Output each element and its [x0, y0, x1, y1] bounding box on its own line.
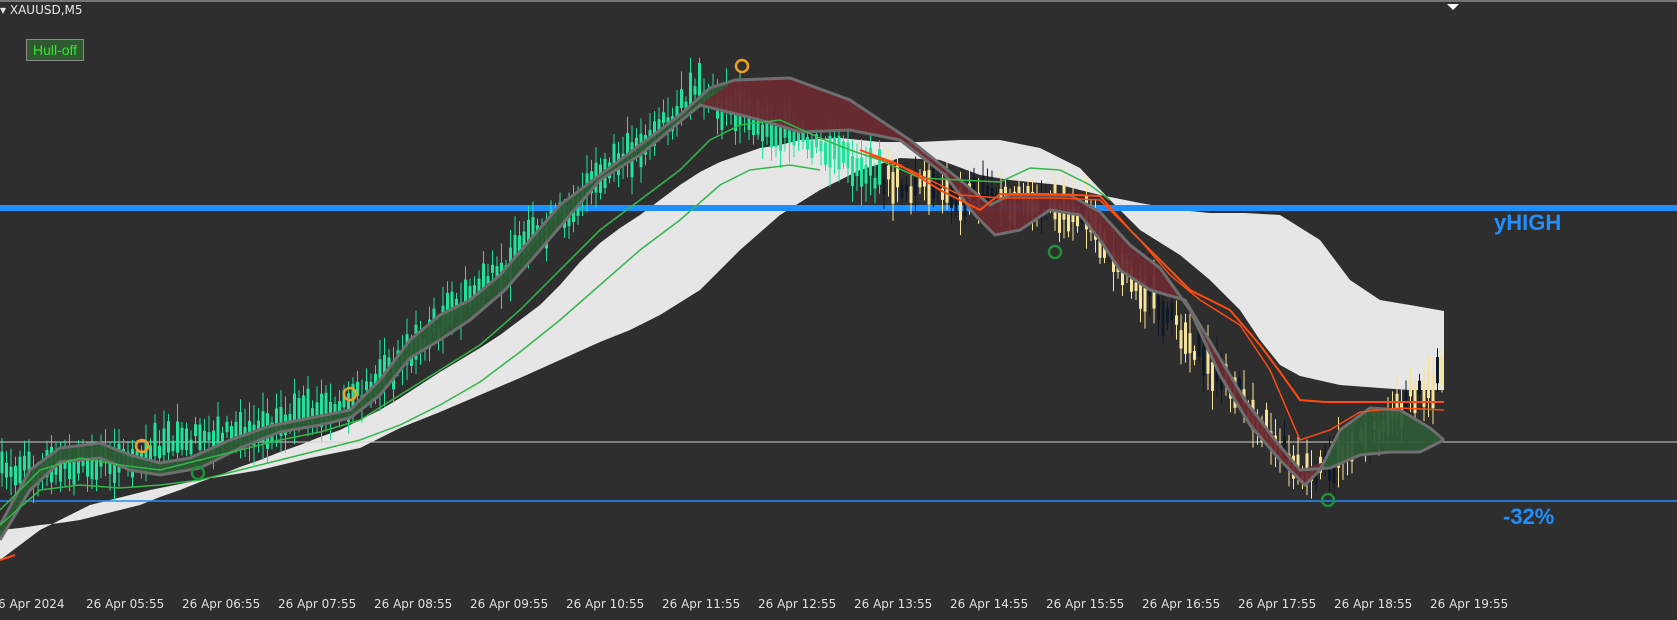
candle-body	[878, 149, 881, 185]
candle-body	[1170, 302, 1174, 320]
time-axis-tick: 26 Apr 14:55	[950, 597, 1029, 611]
candle-body	[1211, 362, 1214, 391]
candle-body	[1179, 330, 1183, 349]
candle-body	[900, 185, 904, 198]
candle-body	[693, 86, 697, 95]
candle-body	[153, 423, 157, 457]
candle-body	[855, 158, 859, 177]
time-axis-tick: 26 Apr 15:55	[1046, 597, 1125, 611]
candle-body	[869, 147, 872, 176]
time-axis-tick: 26 Apr 19:55	[1430, 597, 1509, 611]
candle-body	[905, 184, 908, 193]
candle-body	[927, 170, 931, 205]
candle-body	[225, 421, 229, 433]
candle-body	[909, 186, 913, 204]
candle-body	[824, 142, 827, 165]
candle-body	[698, 62, 701, 99]
time-axis-tick: 26 Apr 11:55	[662, 597, 741, 611]
candle-body	[1166, 308, 1169, 323]
candle-body	[891, 172, 895, 204]
candle-body	[1431, 374, 1435, 409]
candle-body	[752, 120, 755, 136]
candle-body	[216, 416, 220, 445]
time-axis-tick: 26 Apr 06:55	[182, 597, 261, 611]
candle-body	[1134, 282, 1138, 291]
time-axis-tick: 26 Apr 07:55	[278, 597, 357, 611]
candle-body	[365, 381, 368, 391]
candle-body	[5, 462, 8, 478]
candle-body	[167, 421, 170, 453]
candle-body	[1440, 354, 1444, 386]
candle-body	[761, 124, 764, 142]
time-axis-tick: 26 Apr 13:55	[854, 597, 933, 611]
candle-body	[0, 451, 4, 474]
time-axis-tick: 26 Apr 18:55	[1334, 597, 1413, 611]
hull-toggle-button[interactable]: Hull-off	[26, 39, 84, 61]
symbol-label: XAUUSD,M5	[9, 3, 83, 17]
candle-body	[1418, 380, 1421, 395]
candle-body	[1436, 357, 1439, 384]
candle-body	[302, 395, 305, 419]
candle-body	[18, 456, 22, 484]
candle-body	[1409, 383, 1412, 397]
candle-body	[158, 445, 161, 459]
candle-body	[176, 421, 179, 453]
time-axis-tick: 26 Apr 08:55	[374, 597, 453, 611]
time-axis-tick: 26 Apr 16:55	[1142, 597, 1221, 611]
candle-body	[846, 142, 850, 169]
time-axis-tick: 26 Apr 12:55	[758, 597, 837, 611]
candle-body	[203, 430, 206, 443]
candle-body	[887, 165, 890, 180]
pct-label: -32%	[1503, 504, 1555, 529]
candle-body	[882, 178, 886, 195]
candle-body	[873, 177, 877, 189]
yhigh-label: yHIGH	[1494, 210, 1562, 235]
candle-body	[491, 264, 494, 273]
candle-body	[837, 135, 841, 170]
candle-body	[828, 135, 832, 168]
candle-body	[662, 112, 665, 123]
time-axis-tick: 26 Apr 17:55	[1238, 597, 1317, 611]
candle-body	[1175, 315, 1178, 325]
candle-body	[1157, 295, 1160, 321]
time-axis-tick: 26 Apr 10:55	[566, 597, 645, 611]
candle-body	[198, 424, 202, 451]
candle-body	[1202, 346, 1205, 376]
candle-body	[851, 156, 854, 187]
candle-body	[689, 72, 692, 105]
time-axis[interactable]: 6 Apr 2024 26 Apr 05:55 26 Apr 06:55 26 Apr…	[0, 593, 1677, 620]
candle-body	[774, 123, 778, 148]
window-menu-icon[interactable]: ▾	[0, 3, 6, 17]
candle-body	[860, 157, 863, 187]
candle-body	[162, 428, 166, 455]
candle-body	[1161, 301, 1165, 337]
candle-body	[315, 402, 319, 417]
time-axis-tick: 6 Apr 2024	[0, 597, 65, 611]
candle-body	[72, 459, 76, 485]
candle-body	[194, 424, 197, 437]
candle-body	[1193, 350, 1196, 360]
candle-body	[185, 428, 188, 451]
candle-body	[680, 88, 683, 109]
symbol-timeframe-label: ▾ XAUUSD,M5	[0, 3, 83, 17]
candle-body	[819, 140, 823, 152]
candle-body	[189, 439, 193, 455]
candle-body	[806, 136, 809, 150]
time-axis-tick: 26 Apr 09:55	[470, 597, 549, 611]
price-chart[interactable]	[0, 0, 1677, 620]
candle-body	[1427, 374, 1430, 399]
candle-body	[14, 465, 17, 486]
candle-body	[9, 466, 13, 477]
candle-body	[171, 440, 175, 452]
candle-body	[207, 432, 211, 441]
candle-body	[810, 140, 814, 158]
candle-body	[833, 137, 836, 160]
candle-body	[864, 164, 868, 184]
candle-body	[180, 427, 184, 450]
candle-body	[1184, 322, 1187, 354]
candle-body	[1188, 333, 1192, 354]
candle-body	[23, 455, 26, 471]
candle-body	[842, 141, 845, 163]
time-axis-tick: 26 Apr 05:55	[86, 597, 165, 611]
